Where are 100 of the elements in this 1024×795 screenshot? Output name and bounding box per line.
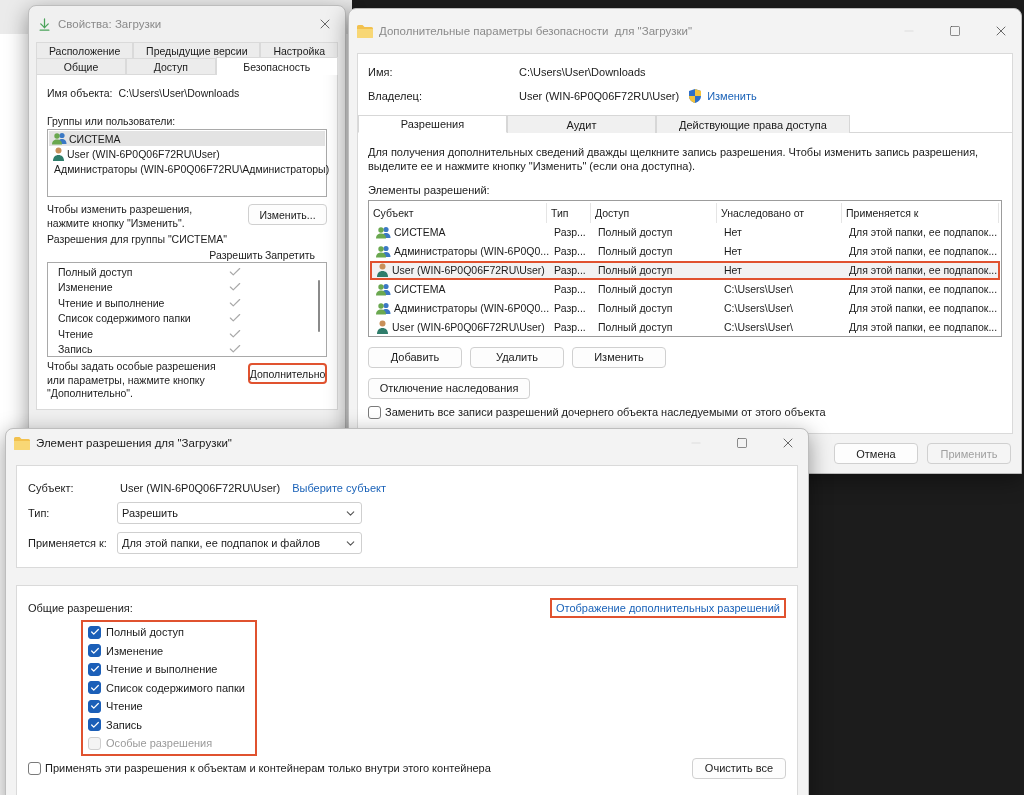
permission-name: Список содержимого папки [58, 312, 192, 325]
checkbox[interactable] [368, 405, 381, 419]
checkbox[interactable] [88, 681, 101, 695]
maximize-icon [736, 437, 748, 449]
table-cell: Полный доступ [598, 302, 673, 315]
checkbox[interactable] [88, 625, 101, 639]
tab[interactable]: Безопасность [215, 57, 338, 75]
checkbox-label: Изменение [106, 644, 164, 657]
table-row[interactable]: User (WIN-6P0Q06F72RU\User) Разр... Полный доступ C:\Users\User\ Для этой папки, ее подпапок... [370, 317, 1000, 337]
table-row[interactable]: СИСТЕМА Разр... Полный доступ C:\Users\User\ Для этой папки, ее подпапок... [370, 279, 1000, 299]
table-cell: Разр... [554, 245, 586, 258]
checkbox-label: Запись [106, 718, 143, 731]
table-cell: Для этой папки, ее подпапок... [849, 245, 998, 258]
table-cell: СИСТЕМА [394, 226, 446, 239]
checkbox[interactable] [88, 718, 101, 732]
object-name: C:\Users\User\Downloads [118, 87, 240, 99]
select-subject-link[interactable]: Выберите субъект [292, 482, 387, 494]
owner-value: User (WIN-6P0Q06F72RU\User) [519, 90, 680, 102]
change-hint: Чтобы изменить разрешения, нажмите кнопку "Изменить". [47, 203, 194, 231]
entries-label: Элементы разрешений: [368, 183, 490, 196]
type-select[interactable]: Разрешить [117, 502, 362, 524]
name-label: Имя: [368, 66, 394, 78]
tab[interactable]: Общие [36, 58, 126, 74]
info-text: Для получения дополнительных сведений дважды щелкните запись разрешения. Чтобы изменить запись разрешения, выделите ее и нажмите кнопку "Изменить" (если она доступна). [368, 145, 980, 174]
tab[interactable]: Аудит [507, 115, 656, 133]
table-cell: Разр... [554, 302, 586, 315]
applies-select[interactable]: Для этой папки, ее подпапок и файлов [117, 532, 362, 554]
tab[interactable]: Предыдущие версии [133, 42, 261, 58]
permissions-label: Разрешения для группы "СИСТЕМА" [47, 233, 227, 246]
entry-button[interactable]: Изменить [572, 346, 666, 368]
allow-header: Разрешить [209, 248, 263, 261]
permission-name: Изменение [58, 281, 114, 294]
table-cell: Полный доступ [598, 245, 673, 258]
table-row[interactable]: Администраторы (WIN-6P0Q0... Разр... Полный доступ Нет Для этой папки, ее подпапок... [370, 241, 1000, 261]
group-icon [376, 301, 391, 315]
user-icon [52, 146, 65, 161]
checkbox-label: Полный доступ [106, 626, 185, 639]
clear-all-button[interactable]: Очистить все [692, 757, 786, 779]
entry-button[interactable]: Удалить [470, 346, 564, 368]
column-header[interactable]: Тип [547, 202, 591, 223]
permission-name: Запись [58, 343, 94, 356]
shield-icon [689, 89, 702, 103]
subject-label: Субъект: [28, 482, 75, 494]
change-owner-link[interactable]: Изменить [707, 90, 757, 102]
deny-header: Запретить [264, 248, 316, 261]
group-item[interactable]: User (WIN-6P0Q06F72RU\User) [49, 146, 325, 161]
tab[interactable]: Разрешения [358, 115, 507, 133]
owner-label: Владелец: [368, 90, 423, 102]
table-cell: Полный доступ [598, 264, 673, 277]
column-header[interactable]: Унаследовано от [717, 202, 842, 223]
permission-name: Чтение [58, 327, 95, 340]
type-label: Тип: [28, 507, 51, 519]
table-cell: Для этой папки, ее подпапок... [849, 264, 998, 277]
table-row[interactable]: СИСТЕМА Разр... Полный доступ Нет Для этой папки, ее подпапок... [370, 222, 1000, 242]
table-cell: Полный доступ [598, 321, 673, 334]
permission-name: Полный доступ [58, 265, 134, 278]
table-row[interactable]: Администраторы (WIN-6P0Q0... Разр... Полный доступ C:\Users\User\ Для этой папки, ее подпапок... [370, 298, 1000, 318]
window-title: Элемент разрешения для "Загрузки" [36, 437, 233, 449]
checkbox[interactable] [88, 699, 101, 713]
checkbox-label: Заменить все записи разрешений дочернего объекта наследуемыми от этого объекта [385, 406, 826, 419]
groups-label: Группы или пользователи: [47, 115, 176, 127]
applies-label: Применяется к: [28, 537, 108, 549]
tab[interactable]: Расположение [36, 42, 134, 58]
column-header[interactable]: Субъект [369, 202, 547, 223]
checkbox-label: Особые разрешения [106, 737, 213, 750]
checkbox-label: Чтение и выполнение [106, 663, 218, 676]
group-icon [376, 225, 391, 239]
checkbox[interactable] [88, 644, 101, 658]
checkbox[interactable] [28, 761, 41, 775]
show-advanced-link[interactable]: Отображение дополнительных разрешений [549, 598, 786, 618]
column-header[interactable]: Доступ [591, 202, 717, 223]
table-row[interactable]: User (WIN-6P0Q06F72RU\User) Разр... Полный доступ Нет Для этой папки, ее подпапок... [370, 260, 1000, 280]
table-cell: Администраторы (WIN-6P0Q0... [394, 245, 550, 258]
table-cell: Разр... [554, 321, 586, 334]
tab[interactable]: Действующие права доступа [656, 115, 850, 133]
change-button[interactable]: Изменить... [248, 204, 327, 226]
entry-button[interactable]: Добавить [368, 346, 462, 368]
disable-inheritance-button[interactable]: Отключение наследования [368, 377, 530, 399]
table-cell: Нет [724, 245, 742, 258]
column-header[interactable]: Применяется к [842, 202, 999, 223]
dialog-button[interactable]: Отмена [834, 443, 918, 464]
tab[interactable]: Настройка [260, 42, 338, 58]
scrollbar-thumb[interactable] [318, 279, 320, 332]
table-cell: Для этой папки, ее подпапок... [849, 321, 998, 334]
object-name-label: Имя объекта: [47, 87, 113, 99]
window-title: Свойства: Загрузки [58, 18, 163, 30]
general-permissions-label: Общие разрешения: [28, 602, 133, 614]
group-icon [52, 132, 67, 145]
group-item[interactable]: СИСТЕМА [49, 131, 325, 146]
table-cell: Полный доступ [598, 283, 673, 296]
folder-icon [357, 24, 373, 38]
checkbox-label: Чтение [106, 700, 143, 713]
tab[interactable]: Доступ [125, 58, 216, 74]
checkbox[interactable] [88, 662, 101, 676]
checkbox-label: Применять эти разрешения к объектам и контейнерам только внутри этого контейнера [45, 762, 491, 774]
table-cell: Полный доступ [598, 226, 673, 239]
advanced-hint: Чтобы задать особые разрешения или параметры, нажмите кнопку "Дополнительно". [47, 360, 217, 401]
table-cell: Разр... [554, 226, 586, 239]
user-icon [376, 263, 389, 278]
checkbox-label: Список содержимого папки [106, 681, 245, 694]
